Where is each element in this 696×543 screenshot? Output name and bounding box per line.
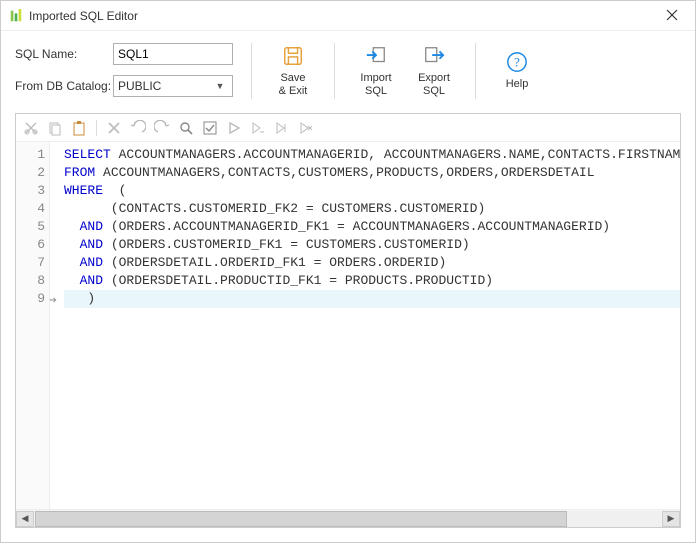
- step-icon[interactable]: [273, 119, 291, 137]
- svg-text:?: ?: [514, 56, 520, 70]
- import-icon: [365, 45, 387, 70]
- chevron-down-icon: ▼: [212, 81, 228, 91]
- editor-panel: 123456789➔ SELECT ACCOUNTMANAGERS.ACCOUN…: [15, 113, 681, 528]
- find-icon[interactable]: [177, 119, 195, 137]
- code-lines[interactable]: SELECT ACCOUNTMANAGERS.ACCOUNTMANAGERID,…: [50, 142, 680, 509]
- line-number: 3: [16, 182, 45, 200]
- sql-name-input[interactable]: [113, 43, 233, 65]
- help-label: Help: [506, 78, 529, 90]
- app-icon: [9, 9, 23, 23]
- db-catalog-label: From DB Catalog:: [15, 79, 113, 93]
- line-gutter: 123456789➔: [16, 142, 50, 509]
- titlebar: Imported SQL Editor: [1, 1, 695, 31]
- help-button[interactable]: ? Help: [494, 43, 540, 99]
- separator: [251, 43, 252, 99]
- help-icon: ?: [506, 51, 528, 76]
- delete-icon[interactable]: [105, 119, 123, 137]
- run-icon[interactable]: [225, 119, 243, 137]
- code-line[interactable]: ): [64, 290, 680, 308]
- export-sql-label: Export SQL: [418, 72, 450, 96]
- separator: [96, 120, 97, 136]
- code-line[interactable]: FROM ACCOUNTMANAGERS,CONTACTS,CUSTOMERS,…: [64, 164, 680, 182]
- save-exit-button[interactable]: Save & Exit: [270, 43, 316, 99]
- line-number: 2: [16, 164, 45, 182]
- code-line[interactable]: (CONTACTS.CUSTOMERID_FK2 = CUSTOMERS.CUS…: [64, 200, 680, 218]
- scroll-left-icon[interactable]: ◀: [16, 511, 34, 527]
- line-number: 5: [16, 218, 45, 236]
- export-sql-button[interactable]: Export SQL: [411, 43, 457, 99]
- line-number: 1: [16, 146, 45, 164]
- code-line[interactable]: AND (ORDERSDETAIL.PRODUCTID_FK1 = PRODUC…: [64, 272, 680, 290]
- scroll-track[interactable]: [35, 511, 661, 527]
- sql-name-label: SQL Name:: [15, 47, 113, 61]
- run-to-icon[interactable]: [249, 119, 267, 137]
- copy-icon[interactable]: [46, 119, 64, 137]
- db-catalog-select[interactable]: PUBLIC ▼: [113, 75, 233, 97]
- paste-icon[interactable]: [70, 119, 88, 137]
- horizontal-scrollbar[interactable]: ◀ ▶: [16, 509, 680, 527]
- current-line-arrow-icon: ➔: [49, 292, 57, 310]
- code-line[interactable]: SELECT ACCOUNTMANAGERS.ACCOUNTMANAGERID,…: [64, 146, 680, 164]
- line-number: 9➔: [16, 290, 45, 308]
- code-line[interactable]: AND (ORDERS.ACCOUNTMANAGERID_FK1 = ACCOU…: [64, 218, 680, 236]
- separator: [475, 43, 476, 99]
- line-number: 7: [16, 254, 45, 272]
- floppy-icon: [282, 45, 304, 70]
- scroll-thumb[interactable]: [35, 511, 567, 527]
- editor-toolbar: [16, 114, 680, 142]
- close-button[interactable]: [657, 8, 687, 24]
- scroll-right-icon[interactable]: ▶: [662, 511, 680, 527]
- save-exit-label: Save & Exit: [279, 72, 308, 96]
- undo-icon[interactable]: [129, 119, 147, 137]
- code-editor[interactable]: 123456789➔ SELECT ACCOUNTMANAGERS.ACCOUN…: [16, 142, 680, 509]
- cut-icon[interactable]: [22, 119, 40, 137]
- code-line[interactable]: AND (ORDERS.CUSTOMERID_FK1 = CUSTOMERS.C…: [64, 236, 680, 254]
- top-controls: SQL Name: From DB Catalog: PUBLIC ▼ Save…: [1, 31, 695, 107]
- code-line[interactable]: WHERE (: [64, 182, 680, 200]
- dialog-window: Imported SQL Editor SQL Name: From DB Ca…: [0, 0, 696, 543]
- import-sql-label: Import SQL: [360, 72, 391, 96]
- separator: [334, 43, 335, 99]
- window-title: Imported SQL Editor: [29, 9, 657, 23]
- code-line[interactable]: AND (ORDERSDETAIL.ORDERID_FK1 = ORDERS.O…: [64, 254, 680, 272]
- line-number: 6: [16, 236, 45, 254]
- db-catalog-value: PUBLIC: [118, 79, 212, 93]
- import-sql-button[interactable]: Import SQL: [353, 43, 399, 99]
- stop-icon[interactable]: [297, 119, 315, 137]
- toggle-icon[interactable]: [201, 119, 219, 137]
- redo-icon[interactable]: [153, 119, 171, 137]
- line-number: 8: [16, 272, 45, 290]
- export-icon: [423, 45, 445, 70]
- line-number: 4: [16, 200, 45, 218]
